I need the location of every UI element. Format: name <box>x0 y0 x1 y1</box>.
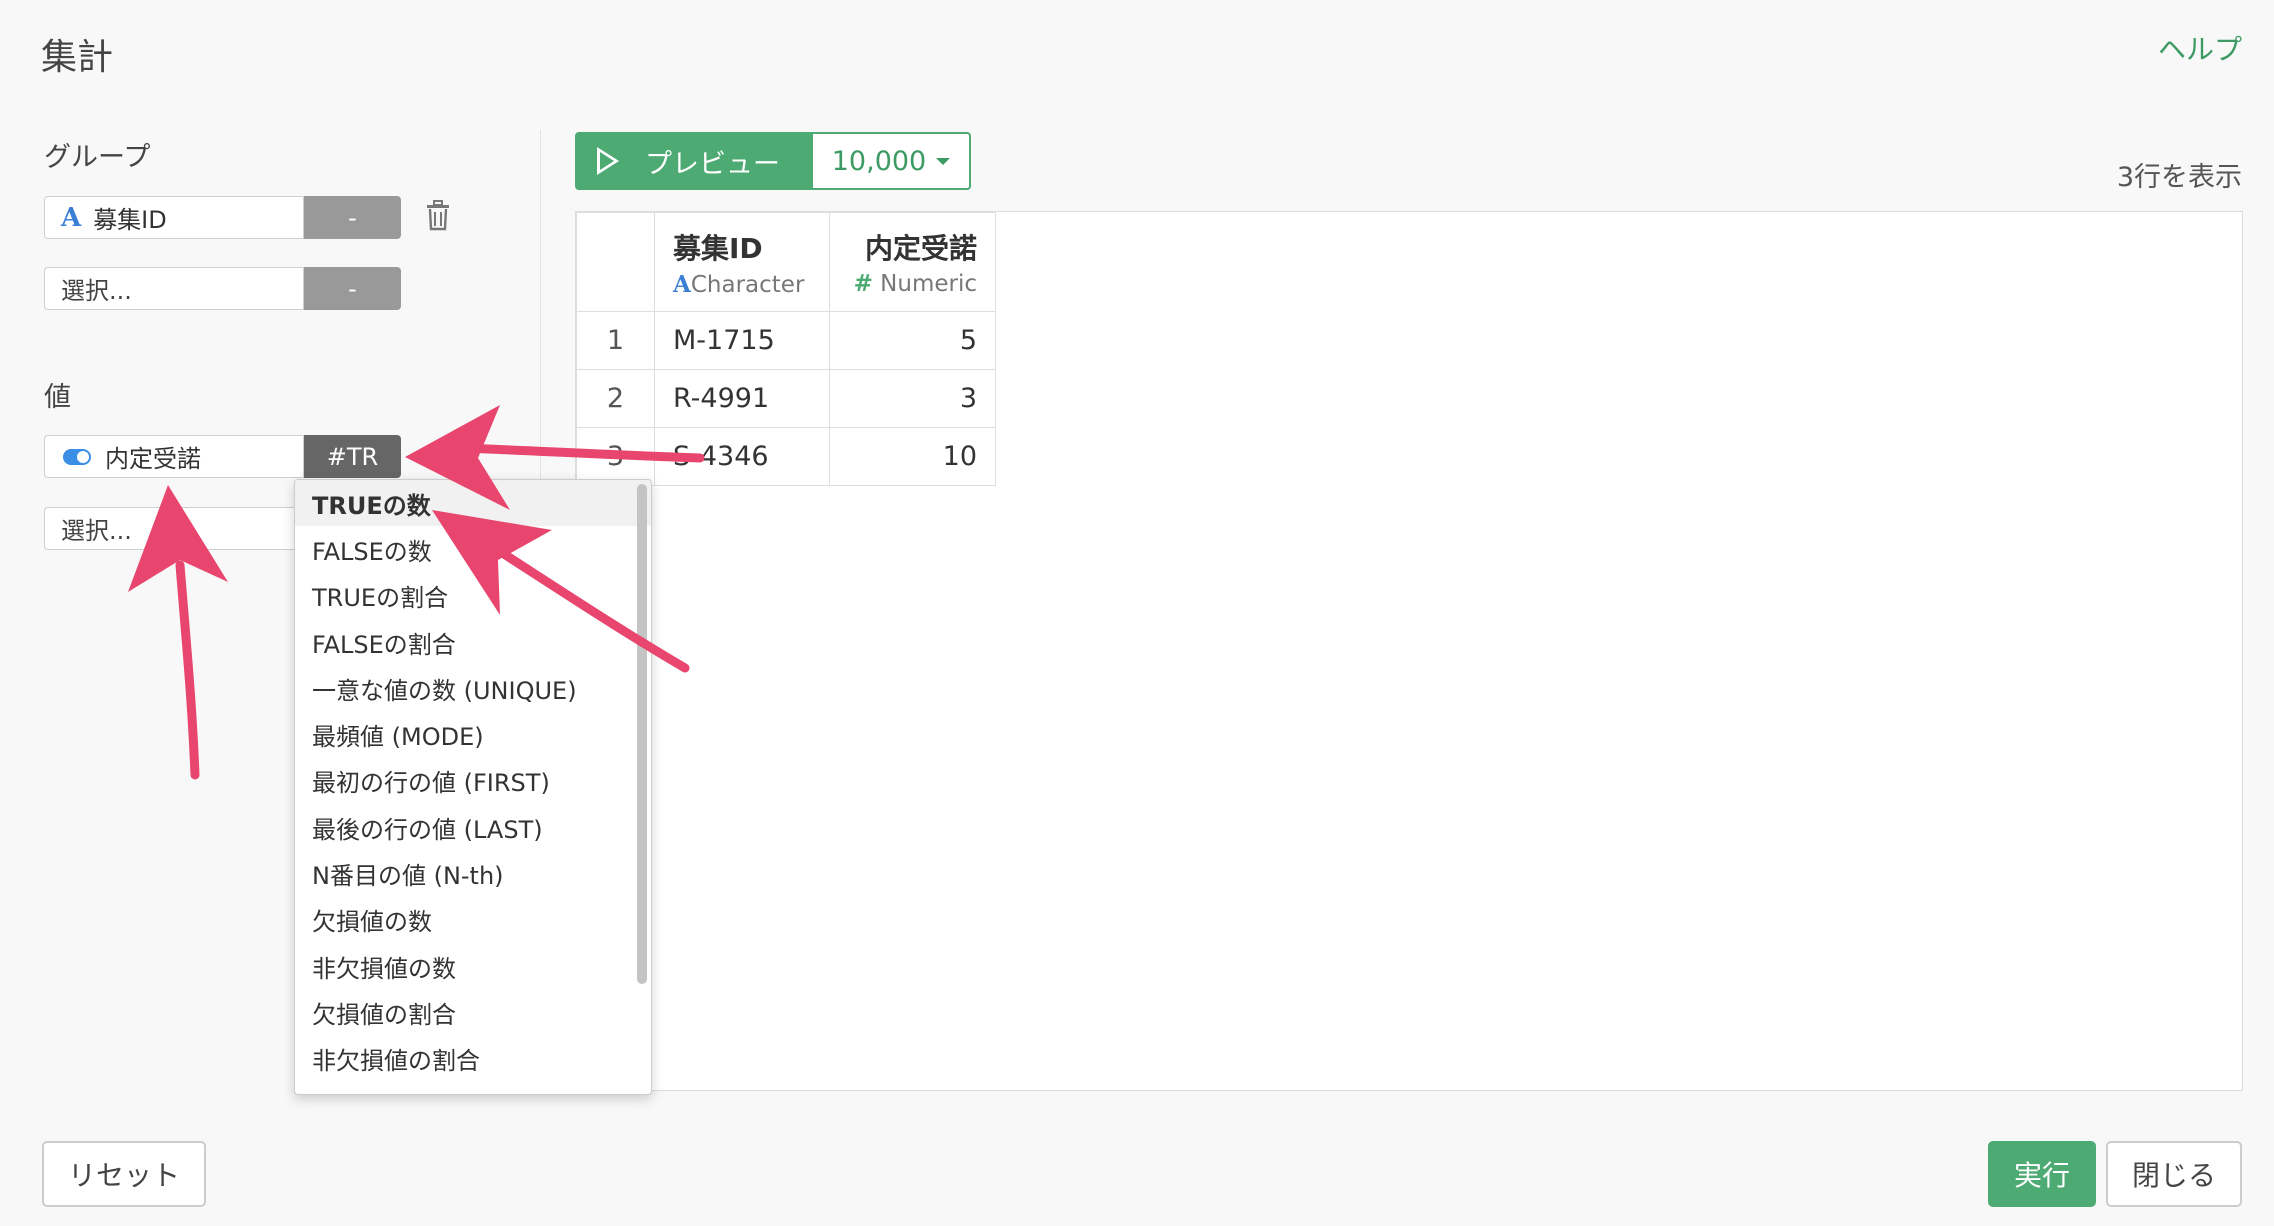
toggle-icon <box>63 448 91 465</box>
menu-item-mode[interactable]: 最頻値 (MODE) <box>295 711 651 757</box>
column-header-id[interactable]: 募集ID ACharacter <box>654 212 830 312</box>
menu-item-false-count[interactable]: FALSEの数 <box>295 526 651 572</box>
menu-item-unique[interactable]: 一意な値の数 (UNIQUE) <box>295 665 651 711</box>
group-field-2-function-button[interactable]: - <box>304 267 401 310</box>
menu-scrollbar[interactable] <box>637 484 649 1092</box>
group-field-2[interactable]: 選択... <box>44 267 304 310</box>
menu-item-false-ratio[interactable]: FALSEの割合 <box>295 619 651 665</box>
value-field-2[interactable]: 選択... <box>44 507 304 550</box>
menu-item-first[interactable]: 最初の行の値 (FIRST) <box>295 758 651 804</box>
value-field-2-placeholder: 選択... <box>61 517 132 545</box>
group-section-label: グループ <box>44 142 151 173</box>
trash-icon[interactable] <box>424 200 452 232</box>
caret-down-icon <box>936 157 951 165</box>
menu-item-non-missing-ratio[interactable]: 非欠損値の割合 <box>295 1036 651 1082</box>
group-field-1-value: 募集ID <box>93 206 167 234</box>
menu-item-non-missing-count[interactable]: 非欠損値の数 <box>295 943 651 989</box>
close-button[interactable]: 閉じる <box>2106 1141 2242 1207</box>
value-field-1[interactable]: 内定受諾 <box>44 435 304 478</box>
page-title: 集計 <box>41 37 114 78</box>
character-type-icon: A <box>61 202 82 233</box>
value-field-1-value: 内定受諾 <box>105 445 201 473</box>
value-field-1-function-button[interactable]: #TR <box>304 435 401 478</box>
numeric-type-icon: # <box>853 271 873 297</box>
table-row: 2 R-4991 3 <box>576 369 996 428</box>
group-field-1[interactable]: A 募集ID <box>44 196 304 239</box>
menu-item-missing-count[interactable]: 欠損値の数 <box>295 897 651 943</box>
values-section-label: 値 <box>44 382 71 413</box>
row-count-text: 3行を表示 <box>2116 162 2242 193</box>
row-index-header <box>576 212 655 312</box>
help-link[interactable]: ヘルプ <box>2158 28 2242 68</box>
arrow-to-value-field <box>175 560 200 780</box>
menu-item-missing-ratio[interactable]: 欠損値の割合 <box>295 989 651 1035</box>
group-field-2-placeholder: 選択... <box>61 277 132 305</box>
play-icon <box>597 147 619 175</box>
character-type-icon: A <box>673 270 691 298</box>
preview-rows-value: 10,000 <box>831 145 927 177</box>
run-button[interactable]: 実行 <box>1988 1141 2096 1207</box>
table-row: 3 S-4346 10 <box>576 427 996 486</box>
reset-button[interactable]: リセット <box>42 1141 206 1207</box>
table-row: 1 M-1715 5 <box>576 311 996 370</box>
preview-table: 募集ID ACharacter 内定受諾 # Numeric 1 M-1715 … <box>576 212 996 486</box>
group-field-1-function-button[interactable]: - <box>304 196 401 239</box>
column-header-value[interactable]: 内定受諾 # Numeric <box>829 212 996 312</box>
function-dropdown-menu[interactable]: TRUEの数 FALSEの数 TRUEの割合 FALSEの割合 一意な値の数 (… <box>294 479 652 1095</box>
preview-button-label: プレビュー <box>645 148 780 180</box>
menu-item-true-count[interactable]: TRUEの数 <box>295 480 651 527</box>
menu-item-last[interactable]: 最後の行の値 (LAST) <box>295 804 651 850</box>
menu-scrollbar-thumb[interactable] <box>637 484 647 984</box>
menu-item-true-ratio[interactable]: TRUEの割合 <box>295 573 651 619</box>
preview-rows-select[interactable]: 10,000 <box>811 132 971 190</box>
preview-button[interactable]: プレビュー <box>575 132 811 190</box>
menu-item-nth[interactable]: N番目の値 (N-th) <box>295 850 651 896</box>
